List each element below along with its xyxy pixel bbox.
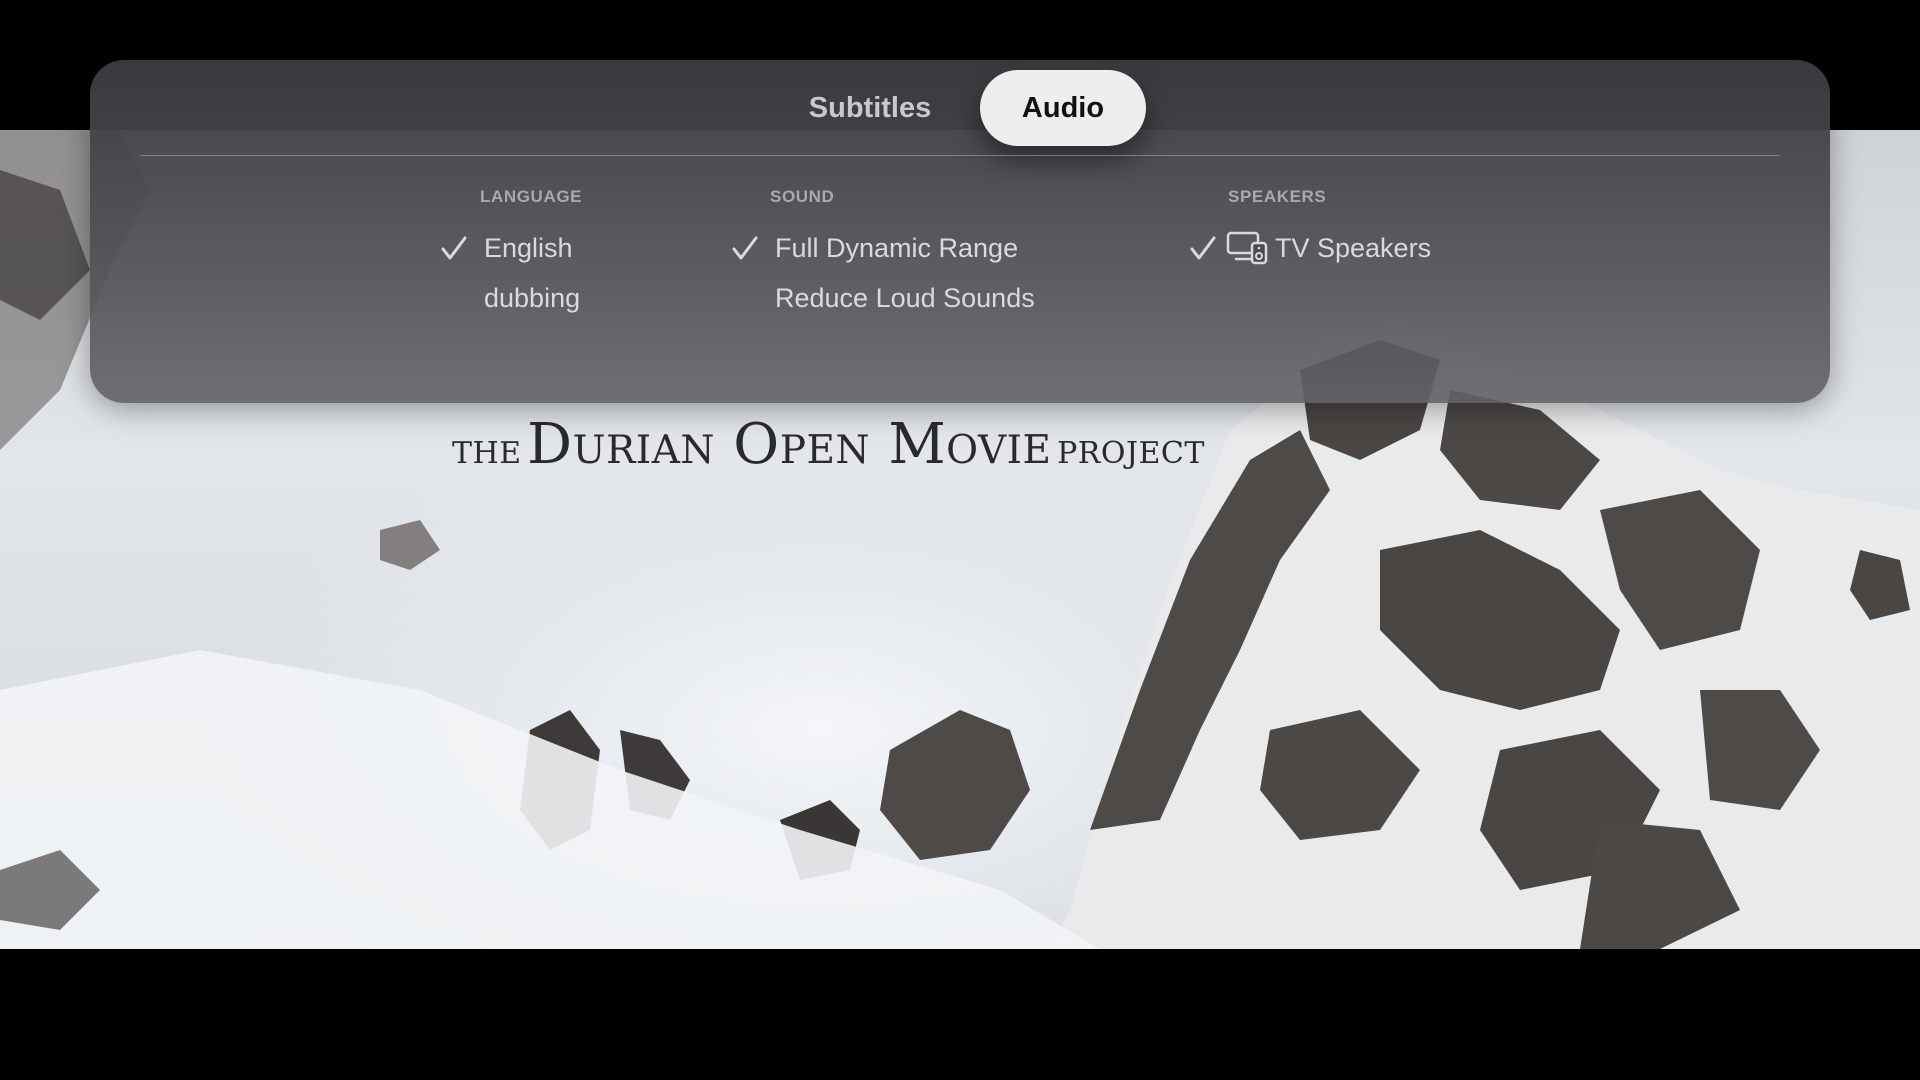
checkmark-icon <box>1189 228 1219 268</box>
sound-heading: SOUND <box>770 187 835 206</box>
audio-subtitles-panel: Subtitles Audio LANGUAGE English dubbing… <box>90 60 1830 403</box>
language-option-label: dubbing <box>484 283 581 313</box>
sound-option-label: Reduce Loud Sounds <box>775 283 1035 313</box>
language-option-label: English <box>484 233 573 263</box>
language-option-english[interactable]: English <box>440 228 600 268</box>
title-word-project: project <box>1057 436 1205 471</box>
language-heading: LANGUAGE <box>480 187 583 206</box>
sound-option-reduce-loud-sounds[interactable]: Reduce Loud Sounds <box>731 278 1061 318</box>
speakers-option-tv-speakers[interactable]: TV Speakers <box>1189 228 1449 268</box>
checkmark-icon <box>440 228 470 268</box>
speakers-option-label: TV Speakers <box>1275 233 1432 263</box>
checkmark-icon <box>731 228 761 268</box>
speakers-heading: SPEAKERS <box>1228 187 1327 206</box>
language-option-dubbing[interactable]: dubbing <box>440 278 600 318</box>
movie-title-overlay: The Durian Open Movie project <box>452 412 1205 477</box>
tv-speaker-icon <box>1226 231 1268 265</box>
tab-divider <box>140 155 1780 156</box>
sound-option-full-dynamic-range[interactable]: Full Dynamic Range <box>731 228 1061 268</box>
tab-audio[interactable]: Audio <box>980 70 1146 146</box>
sound-option-label: Full Dynamic Range <box>775 233 1019 263</box>
tab-bar: Subtitles Audio <box>90 70 1830 146</box>
tab-subtitles[interactable]: Subtitles <box>780 70 960 146</box>
title-main: Durian Open Movie <box>527 412 1052 477</box>
title-word-the: The <box>452 436 522 471</box>
player-screen: The Durian Open Movie project Subtitles … <box>0 0 1920 1080</box>
